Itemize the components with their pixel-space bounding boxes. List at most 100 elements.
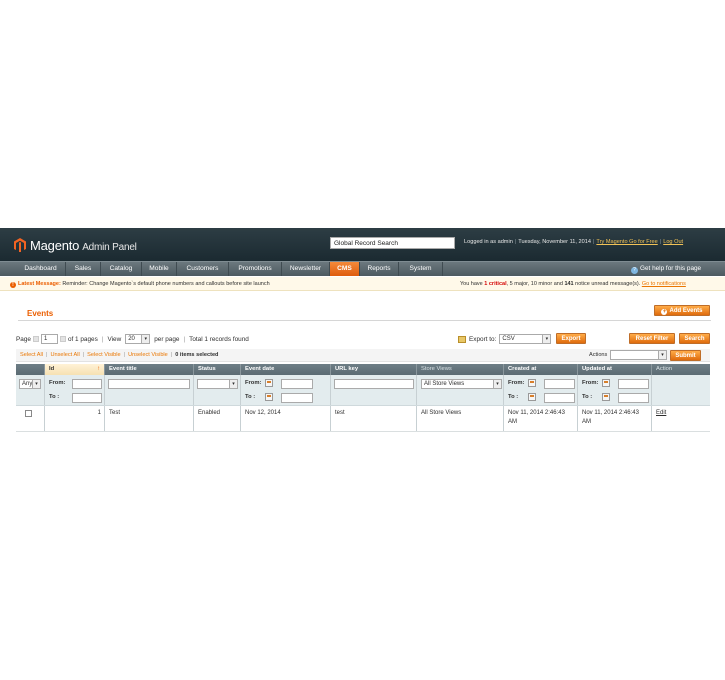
- event-date-from-input[interactable]: [281, 379, 313, 389]
- export-button[interactable]: Export: [556, 333, 586, 344]
- store-views-filter-select[interactable]: All Store Views ▾: [421, 379, 502, 389]
- event-title-filter-input[interactable]: [108, 379, 190, 389]
- search-button[interactable]: Search: [679, 333, 710, 344]
- export-format-select[interactable]: CSV ▾: [499, 334, 552, 344]
- header-user-info: Logged in as admin | Tuesday, November 11,…: [464, 239, 684, 245]
- id-from-input[interactable]: [72, 379, 102, 389]
- view-label: View: [107, 335, 122, 343]
- of-pages-text: of 1 pages: [67, 335, 98, 343]
- nav-cms[interactable]: CMS: [330, 262, 360, 276]
- created-from-input[interactable]: [544, 379, 575, 389]
- url-key-filter-input[interactable]: [334, 379, 414, 389]
- add-events-button[interactable]: + Add Events: [654, 305, 710, 316]
- calendar-icon[interactable]: [602, 393, 610, 401]
- major-count: 5 major: [509, 281, 528, 287]
- export-icon: [458, 335, 466, 343]
- main-nav: Dashboard Sales Catalog Mobile Customers…: [0, 261, 725, 276]
- nav-catalog[interactable]: Catalog: [101, 262, 142, 276]
- latest-message-text: Reminder: Change Magento`s default phone…: [62, 281, 270, 287]
- col-event-title[interactable]: Event title: [105, 364, 194, 375]
- grid-filter-row: Any ▾ From: To : ▾ From: To : All Store …: [16, 375, 710, 406]
- magento-logo-icon: [14, 238, 26, 252]
- go-to-notifications-link[interactable]: Go to notifications: [642, 281, 686, 287]
- select-visible-link[interactable]: Select Visible: [87, 352, 120, 358]
- unselect-all-link[interactable]: Unselect All: [50, 352, 79, 358]
- cell-updated-date: Nov 11, 2014 2:46:43: [582, 410, 639, 416]
- chevron-down-icon: ▾: [658, 351, 666, 359]
- nav-customers[interactable]: Customers: [177, 262, 229, 276]
- col-store-views: Store Views: [417, 364, 504, 375]
- created-from-label: From:: [508, 380, 525, 386]
- page-number-input[interactable]: 1: [40, 334, 58, 344]
- calendar-icon[interactable]: [265, 393, 273, 401]
- reset-filter-button[interactable]: Reset Filter: [629, 333, 675, 344]
- brand-name: Magento: [30, 237, 80, 253]
- add-events-label: Add Events: [669, 308, 703, 314]
- chevron-down-icon: ▾: [542, 335, 551, 343]
- any-value: Any: [22, 381, 33, 387]
- next-page-icon[interactable]: [59, 336, 66, 342]
- massaction-filter-select[interactable]: Any ▾: [19, 379, 41, 389]
- nav-sales[interactable]: Sales: [66, 262, 101, 276]
- magento-logo[interactable]: Magento Admin Panel: [14, 236, 137, 254]
- col-massaction: [16, 364, 45, 375]
- nav-newsletter[interactable]: Newsletter: [282, 262, 330, 276]
- edit-link[interactable]: Edit: [656, 410, 666, 416]
- message-count-prefix: You have: [460, 281, 483, 287]
- total-records-text: Total 1 records found: [189, 335, 249, 343]
- submit-button[interactable]: Submit: [670, 350, 701, 361]
- global-search-input[interactable]: [330, 237, 455, 249]
- cell-status: Enabled: [198, 410, 221, 416]
- nav-mobile[interactable]: Mobile: [142, 262, 177, 276]
- id-from-label: From:: [49, 380, 66, 386]
- updated-to-input[interactable]: [618, 393, 649, 403]
- select-all-link[interactable]: Select All: [20, 352, 43, 358]
- notice-count: 141: [564, 281, 574, 287]
- nav-promotions[interactable]: Promotions: [229, 262, 282, 276]
- id-to-label: To :: [49, 394, 60, 400]
- status-filter-select[interactable]: ▾: [197, 379, 238, 389]
- calendar-icon[interactable]: [265, 379, 273, 387]
- unselect-visible-link[interactable]: Unselect Visible: [128, 352, 168, 358]
- try-magento-go-link[interactable]: Try Magento Go for Free: [596, 239, 657, 245]
- per-page-select[interactable]: 20 ▾: [125, 334, 151, 344]
- nav-dashboard[interactable]: Dashboard: [16, 262, 66, 276]
- per-page-label: per page: [154, 335, 180, 343]
- per-page-value: 20: [128, 336, 135, 342]
- title-divider: [18, 320, 711, 321]
- brand-subtitle: Admin Panel: [82, 241, 137, 253]
- chevron-down-icon: ▾: [32, 380, 40, 388]
- prev-page-icon[interactable]: [32, 336, 39, 342]
- calendar-icon[interactable]: [528, 393, 536, 401]
- col-url-key[interactable]: URL key: [331, 364, 417, 375]
- updated-from-input[interactable]: [618, 379, 649, 389]
- chevron-down-icon: ▾: [493, 380, 501, 388]
- col-action: Action: [656, 366, 673, 372]
- col-created-at[interactable]: Created at: [504, 364, 578, 375]
- sort-arrow-icon: ↑: [97, 366, 100, 372]
- admin-header: MagentoAdmin Panel Logged in as admin|Tu…: [0, 228, 725, 261]
- col-id[interactable]: Id ↑: [45, 364, 105, 375]
- row-checkbox[interactable]: [25, 410, 32, 417]
- nav-reports[interactable]: Reports: [360, 262, 399, 276]
- actions-select[interactable]: ▾: [610, 350, 667, 360]
- cell-event-title: Test: [109, 410, 121, 416]
- export-controls: Export to: CSV ▾: [458, 334, 552, 344]
- actions-label: Actions: [589, 352, 608, 358]
- event-date-to-input[interactable]: [281, 393, 313, 403]
- logout-link[interactable]: Log Out: [663, 239, 683, 245]
- grid-header-row: Id ↑ Event title Status Event date URL ke…: [16, 364, 710, 375]
- critical-count: 1 critical: [484, 281, 507, 287]
- id-to-input[interactable]: [72, 393, 102, 403]
- col-status[interactable]: Status: [194, 364, 241, 375]
- nav-system[interactable]: System: [399, 262, 443, 276]
- and-text: and: [553, 281, 563, 287]
- help-link[interactable]: ? Get help for this page: [631, 262, 701, 276]
- calendar-icon[interactable]: [528, 379, 536, 387]
- col-updated-at[interactable]: Updated at: [578, 364, 652, 375]
- export-label: Export to:: [469, 335, 497, 343]
- created-to-input[interactable]: [544, 393, 575, 403]
- table-row[interactable]: 1 Test Enabled Nov 12, 2014 test All Sto…: [16, 406, 710, 432]
- calendar-icon[interactable]: [602, 379, 610, 387]
- col-event-date[interactable]: Event date: [241, 364, 331, 375]
